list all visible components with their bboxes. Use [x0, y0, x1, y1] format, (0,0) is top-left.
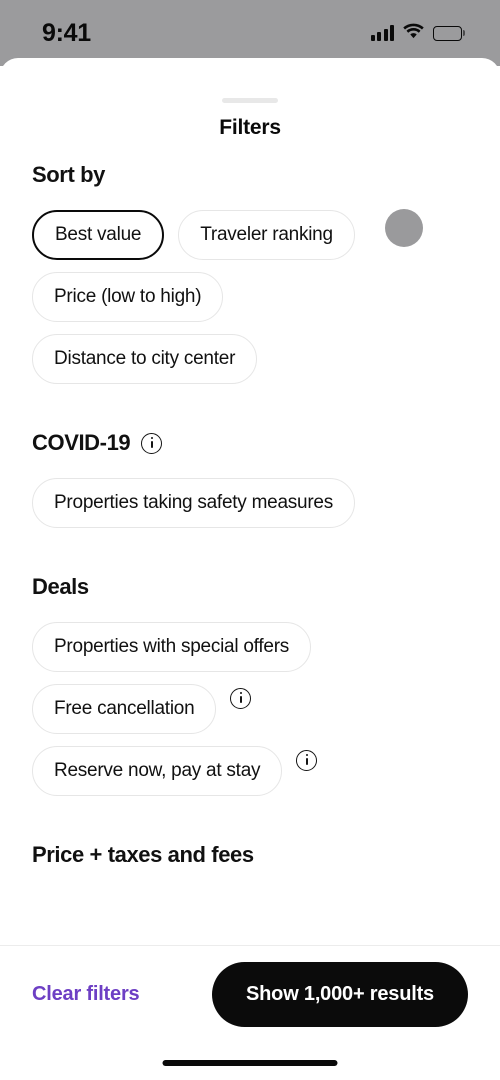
info-icon[interactable] [141, 432, 163, 454]
pill-group: Properties taking safety measures [32, 478, 468, 528]
pill-row: Distance to city center [32, 334, 468, 384]
filter-pill[interactable]: Properties taking safety measures [32, 478, 355, 528]
filter-section-covid-19: COVID-19 Properties taking safety measure… [32, 430, 468, 528]
section-header-sort-by: Sort by [32, 162, 468, 188]
filters-scroll-area[interactable]: Sort by Best value Traveler ranking Price (… [0, 162, 500, 945]
section-header-price-taxes-fees: Price + taxes and fees [32, 842, 468, 868]
pill-row: Best value Traveler ranking [32, 210, 468, 260]
phone-screen: 9:41 Filters Sort by Best value Traveler r… [0, 0, 500, 1080]
section-title: Sort by [32, 162, 105, 187]
show-results-button[interactable]: Show 1,000+ results [212, 962, 468, 1027]
pill-row: Price (low to high) [32, 272, 468, 322]
filter-section-sort-by: Sort by Best value Traveler ranking Price (… [32, 162, 468, 384]
status-bar-time: 9:41 [42, 18, 91, 47]
filter-pill[interactable]: Properties with special offers [32, 622, 312, 672]
filter-pill[interactable]: Price (low to high) [32, 272, 224, 322]
pill-row: Free cancellation [32, 684, 468, 734]
section-title: Price + taxes and fees [32, 842, 254, 867]
drag-handle[interactable] [222, 98, 278, 103]
pill-row: Reserve now, pay at stay [32, 746, 468, 796]
pill-group: Properties with special offers Free cance… [32, 622, 468, 796]
status-bar: 9:41 [0, 0, 500, 66]
pill-row: Properties with special offers [32, 622, 468, 672]
filter-section-price-taxes-fees: Price + taxes and fees [32, 842, 468, 868]
filter-pill[interactable]: Distance to city center [32, 334, 258, 384]
pill-group: Best value Traveler ranking Price (low to … [32, 210, 468, 384]
status-bar-indicators [370, 23, 462, 44]
filter-pill[interactable]: Reserve now, pay at stay [32, 746, 283, 796]
filter-pill[interactable]: Free cancellation [32, 684, 217, 734]
info-icon[interactable] [296, 750, 318, 771]
section-header-covid-19: COVID-19 [32, 430, 468, 456]
home-indicator [162, 1060, 338, 1066]
page-title: Filters [219, 116, 281, 139]
section-title: Deals [32, 574, 89, 599]
clear-filters-button[interactable]: Clear filters [32, 975, 140, 1014]
cellular-signal-icon [370, 25, 394, 41]
filter-section-deals: Deals Properties with special offers Free … [32, 574, 468, 796]
section-title: COVID-19 [32, 430, 131, 455]
battery-full-icon [433, 25, 462, 41]
wifi-icon [403, 23, 424, 44]
filter-pill[interactable]: Traveler ranking [178, 210, 355, 260]
section-header-deals: Deals [32, 574, 468, 600]
filters-sheet: Filters Sort by Best value Traveler rankin… [0, 58, 500, 1080]
info-icon[interactable] [230, 688, 252, 709]
filter-pill[interactable]: Best value [32, 210, 165, 260]
pill-row: Properties taking safety measures [32, 478, 468, 528]
